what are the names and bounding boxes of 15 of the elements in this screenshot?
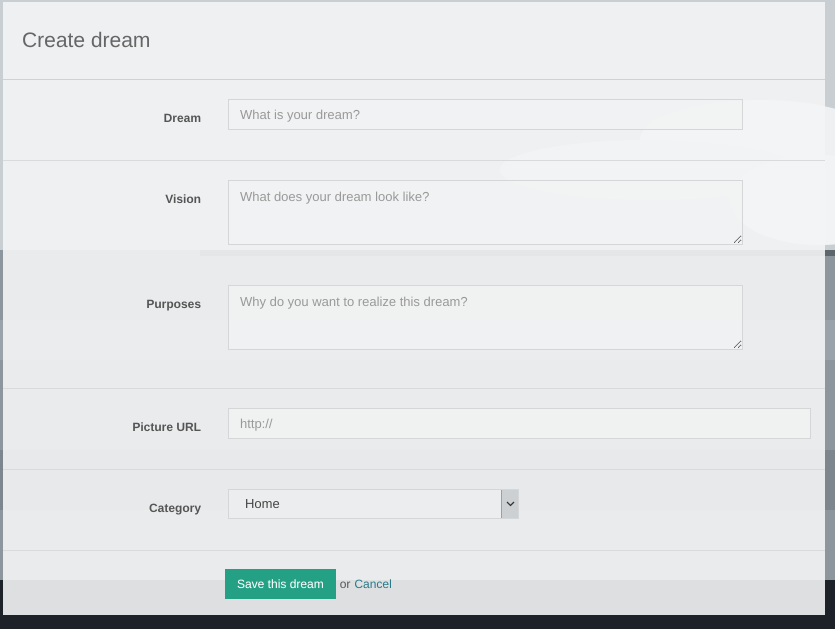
field-label: Dream (164, 111, 201, 125)
field-label: Picture URL (132, 420, 201, 434)
text-area[interactable]: What does your dream look like? (228, 180, 743, 245)
or-text: or (340, 576, 350, 593)
text-area[interactable]: Why do you want to realize this dream? (228, 285, 743, 350)
dropdown-icon (501, 490, 518, 518)
field-label: Purposes (146, 297, 201, 311)
text-field[interactable]: What is your dream? (228, 99, 743, 130)
url-field[interactable]: http:// (228, 408, 811, 439)
cancel-link[interactable]: Cancel (354, 575, 392, 593)
category-select[interactable]: Home (228, 489, 519, 519)
form-title: Create dream (22, 28, 150, 54)
save-button[interactable]: Save this dream (225, 569, 336, 599)
field-label: Vision (165, 192, 201, 206)
field-label: Category (148, 501, 201, 515)
